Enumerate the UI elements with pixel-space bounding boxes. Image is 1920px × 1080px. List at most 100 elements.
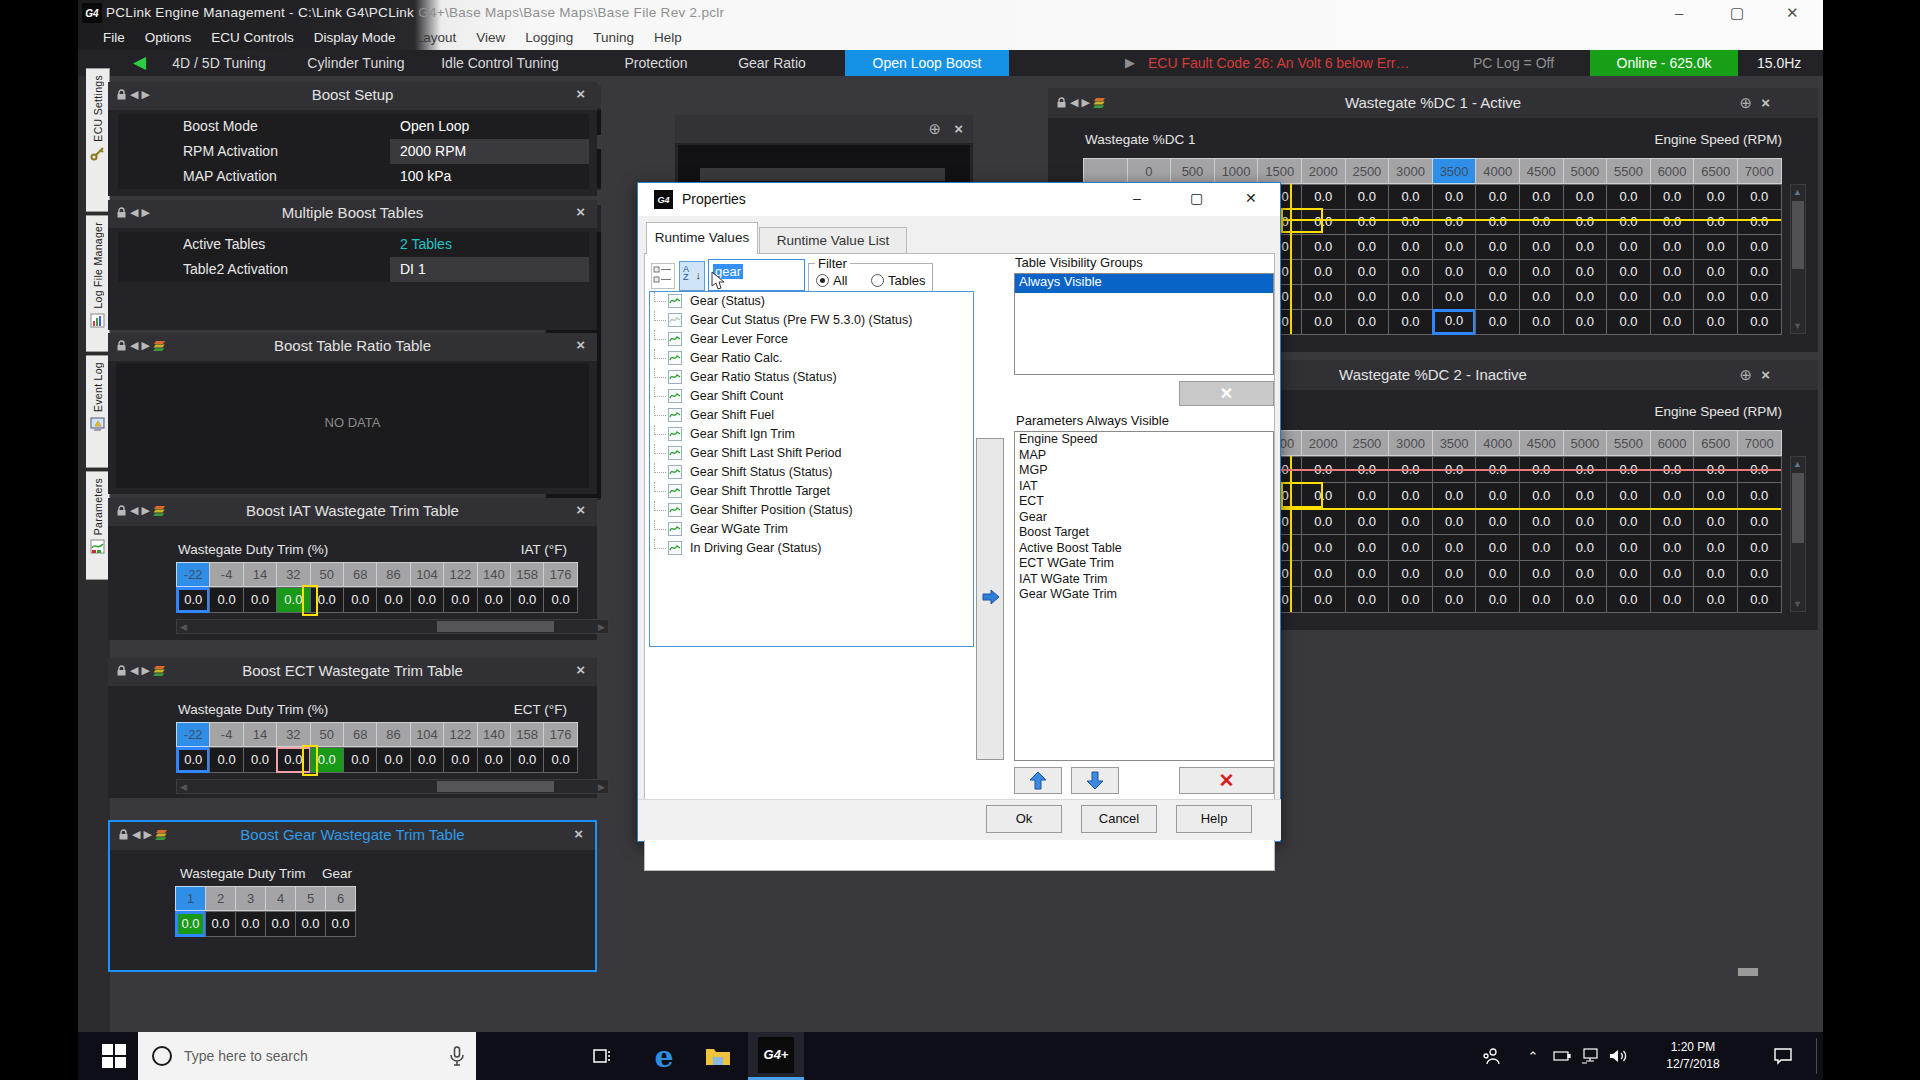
table-cell[interactable]: 0.0 [1432,284,1477,310]
table-cell[interactable]: 0.0 [209,587,243,613]
table-cell[interactable]: 0.0 [1345,309,1390,335]
column-header[interactable]: 14 [243,562,277,587]
table-cell[interactable]: 0.0 [1432,482,1477,509]
property-value[interactable]: DI 1 [400,261,426,277]
param-list-item[interactable]: ECT WGate Trim [1015,556,1273,572]
table-cell[interactable]: 0.0 [477,747,511,773]
menu-help[interactable]: Help [644,26,692,50]
table-cell[interactable]: 0.0 [1519,234,1564,260]
ok-button[interactable]: Ok [986,805,1062,833]
ribbon-tab-idle-control-tuning[interactable]: Idle Control Tuning [432,50,568,76]
table-cell[interactable]: 0.0 [1693,209,1738,235]
column-header[interactable]: 5000 [1563,430,1608,456]
restore-button[interactable]: ▢ [1730,4,1744,22]
column-header[interactable]: 6000 [1650,158,1695,184]
add-parameter-button[interactable] [976,438,1004,760]
column-header[interactable]: 176 [543,722,577,747]
column-header[interactable]: 7000 [1737,158,1782,184]
close-icon[interactable]: × [576,203,585,220]
property-row[interactable]: Table2 ActivationDI 1 [118,257,589,282]
table-cell[interactable]: 0.0 [265,911,296,937]
menu-layout[interactable]: Layout [406,26,467,50]
table-cell[interactable]: 0.0 [1563,560,1608,587]
property-value[interactable]: 2 Tables [400,236,452,252]
sidebar-tab-log-file-manager[interactable]: Log File Manager [86,215,110,352]
table-cell[interactable]: 0.0 [1345,234,1390,260]
column-header[interactable]: 68 [343,562,377,587]
column-header[interactable]: 4000 [1475,430,1520,456]
column-header[interactable]: 6500 [1693,158,1738,184]
tree-item[interactable]: Gear Ratio Calc. [650,349,973,368]
file-explorer-icon[interactable] [694,1032,742,1080]
property-value[interactable]: 2000 RPM [400,143,466,159]
column-header[interactable]: 0 [1127,158,1172,184]
table-cell[interactable]: 0.0 [1519,184,1564,210]
column-header[interactable]: 104 [410,722,444,747]
show-desktop-divider[interactable] [1816,1038,1817,1074]
table-cell[interactable]: 0.0 [1432,234,1477,260]
table-cell[interactable]: 0.0 [1563,309,1608,335]
column-header[interactable]: -4 [209,562,243,587]
column-header[interactable]: 158 [510,722,544,747]
column-header[interactable]: -22 [176,562,210,587]
table-cell[interactable]: 0.0 [1563,586,1608,613]
table-cell[interactable]: 0.0 [1475,184,1520,210]
network-icon[interactable] [1576,1032,1604,1080]
tree-item[interactable]: Gear Shift Last Shift Period [650,444,973,463]
list-item[interactable]: Always Visible [1015,274,1273,293]
table-cell[interactable]: 0.0 [1388,560,1433,587]
table-cell[interactable]: 0.0 [477,587,511,613]
column-header[interactable]: 6 [325,886,356,911]
close-icon[interactable]: × [576,336,585,353]
table-cell[interactable]: 0.0 [1606,534,1651,561]
sidebar-tab-event-log[interactable]: Event Log [86,355,110,468]
table-cell[interactable]: 0.0 [1693,586,1738,613]
table-cell[interactable]: 0.0 [343,747,377,773]
tree-item[interactable]: Gear Shift Status (Status) [650,463,973,482]
table-cell[interactable]: 0.0 [443,747,477,773]
column-header[interactable]: 2500 [1345,158,1390,184]
table-cell[interactable]: 0.0 [176,587,210,613]
table-cell[interactable]: 0.0 [1737,534,1782,561]
table-cell[interactable]: 0.0 [1388,586,1433,613]
column-header[interactable]: 1 [175,886,206,911]
column-header[interactable]: 6000 [1650,430,1695,456]
column-header[interactable]: 6500 [1693,430,1738,456]
table-cell[interactable]: 0.0 [1475,560,1520,587]
table-cell[interactable]: 0.0 [510,587,544,613]
table-cell[interactable]: 0.0 [410,587,444,613]
menu-display-mode[interactable]: Display Mode [304,26,406,50]
table-cell[interactable]: 0.0 [1606,482,1651,509]
table-cell[interactable]: 0.0 [1519,508,1564,535]
table-cell[interactable]: 0.0 [325,911,356,937]
table-cell[interactable]: 0.0 [1475,259,1520,285]
ribbon-tab-open-loop-boost[interactable]: Open Loop Boost [845,50,1009,76]
table-cell[interactable]: 0.0 [1519,482,1564,509]
table-cell[interactable]: 0.0 [1432,508,1477,535]
table-cell[interactable]: 0.0 [1606,560,1651,587]
clock[interactable]: 1:20 PM12/7/2018 [1643,1032,1743,1080]
table-cell[interactable]: 0.0 [1345,586,1390,613]
start-button[interactable] [92,1032,136,1080]
table-cell[interactable]: 0.0 [1606,259,1651,285]
table-cell[interactable]: 0.0 [1563,259,1608,285]
table-cell[interactable]: 0.0 [1563,209,1608,235]
table-cell[interactable]: 0.0 [1432,259,1477,285]
radio-tables[interactable] [871,274,884,287]
column-header[interactable]: 7000 [1737,430,1782,456]
table-cell[interactable]: 0.0 [1301,284,1346,310]
table-cell[interactable]: 0.0 [1301,259,1346,285]
property-row[interactable]: MAP Activation100 kPa [118,164,589,189]
table-cell[interactable]: 0.0 [1301,234,1346,260]
column-header[interactable]: 2 [205,886,236,911]
tree-item[interactable]: Gear Cut Status (Pre FW 5.3.0) (Status) [650,311,973,330]
table-cell[interactable]: 0.0 [1650,534,1695,561]
table-cell[interactable]: 0.0 [1563,234,1608,260]
column-header[interactable]: 86 [376,562,410,587]
column-header[interactable]: 3500 [1432,158,1477,184]
menu-file[interactable]: File [93,26,135,50]
tray-chevron-icon[interactable]: ⌃ [1518,1032,1548,1080]
column-header[interactable]: 176 [543,562,577,587]
table-cell[interactable]: 0.0 [1345,209,1390,235]
visibility-groups-list[interactable]: Always Visible [1014,273,1274,375]
